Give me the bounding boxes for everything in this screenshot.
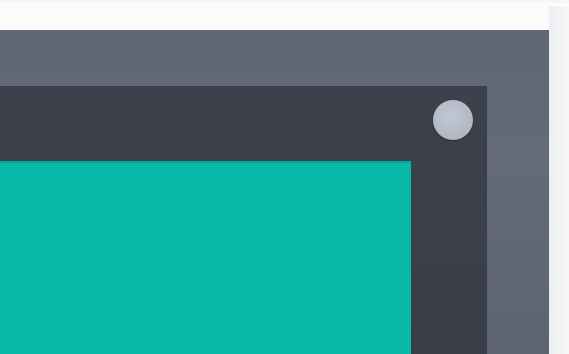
round-button[interactable] <box>433 100 473 140</box>
paper-edge <box>0 0 569 6</box>
right-margin <box>549 6 569 354</box>
page <box>0 0 569 354</box>
screen-panel <box>0 161 411 354</box>
